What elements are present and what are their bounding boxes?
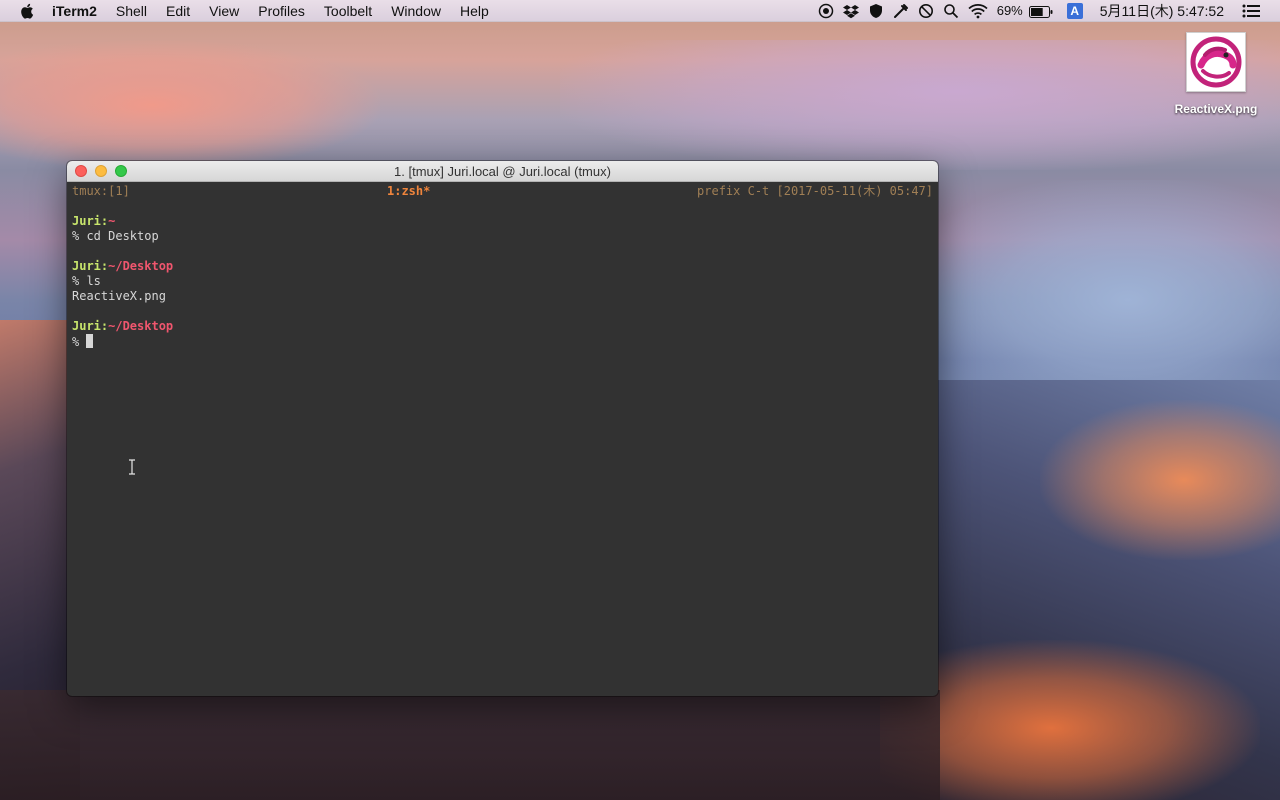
record-icon[interactable] [818,3,834,19]
tmux-session: tmux:[1] [72,184,130,198]
menu-shell[interactable]: Shell [116,0,147,22]
desktop-file-label: ReactiveX.png [1174,102,1258,116]
menu-view[interactable]: View [209,0,239,22]
wifi-icon[interactable] [968,3,988,19]
prompt-path: ~/Desktop [108,259,174,273]
prompt-line: Juri:~ [72,214,933,229]
tmux-window-tab[interactable]: 1:zsh* [387,184,430,199]
window-titlebar[interactable]: 1. [tmux] Juri.local @ Juri.local (tmux) [67,161,938,182]
prompt-line: Juri:~/Desktop [72,259,933,274]
dropbox-icon[interactable] [842,3,859,19]
menu-toolbelt[interactable]: Toolbelt [324,0,372,22]
wallpaper-sky [900,180,1280,380]
tools-icon[interactable] [893,3,909,19]
menubar-clock[interactable]: 5月11日(木) 5:47:52 [1100,1,1224,21]
command-line: % cd Desktop [72,229,159,243]
tmux-status-right: prefix C-t [2017-05-11(木) 05:47] [697,184,933,198]
search-icon[interactable] [943,3,959,19]
menu-app-name[interactable]: iTerm2 [52,0,97,22]
command-line: % ls [72,274,101,288]
close-button[interactable] [75,165,87,177]
apple-icon[interactable] [20,3,34,19]
reactivex-logo-icon [1186,32,1246,92]
desktop-file-reactivex[interactable]: ReactiveX.png [1168,32,1264,122]
prompt-symbol: % [72,335,80,349]
zoom-button[interactable] [115,165,127,177]
minimize-button[interactable] [95,165,107,177]
menu-extras: 69% A 5月11日(木) 5:47:52 [818,0,1280,22]
prompt-path: ~/Desktop [108,319,174,333]
input-source-icon[interactable]: A [1066,3,1083,19]
menu-profiles[interactable]: Profiles [258,0,305,22]
prompt-user: Juri: [72,319,109,333]
window-title: 1. [tmux] Juri.local @ Juri.local (tmux) [394,164,611,179]
menu-bar: iTerm2 Shell Edit View Profiles Toolbelt… [0,0,1280,22]
prompt-path: ~ [108,214,116,228]
battery-percent[interactable]: 69% [997,0,1023,22]
menu-edit[interactable]: Edit [166,0,190,22]
tmux-status-bar: tmux:[1] 1:zsh* prefix C-t [2017-05-11(木… [72,184,933,199]
prompt-user: Juri: [72,214,109,228]
iterm-window: 1. [tmux] Juri.local @ Juri.local (tmux)… [67,161,938,696]
menu-window[interactable]: Window [391,0,441,22]
menu-help[interactable]: Help [460,0,489,22]
wallpaper-cloud [0,40,380,170]
text-cursor [86,334,94,348]
prompt-user: Juri: [72,259,109,273]
notification-center-icon[interactable] [1242,4,1260,18]
wallpaper-sunlit-peak [1040,400,1280,560]
active-command-line[interactable]: % [72,334,933,349]
battery-icon[interactable] [1028,5,1053,18]
shield-icon[interactable] [868,3,884,19]
command-output: ReactiveX.png [72,289,166,303]
ibeam-cursor-icon [127,459,137,475]
wallpaper-foreground [0,690,940,800]
do-not-disturb-icon[interactable] [918,3,934,19]
prompt-line: Juri:~/Desktop [72,319,933,334]
terminal-area[interactable]: tmux:[1] 1:zsh* prefix C-t [2017-05-11(木… [67,184,938,696]
